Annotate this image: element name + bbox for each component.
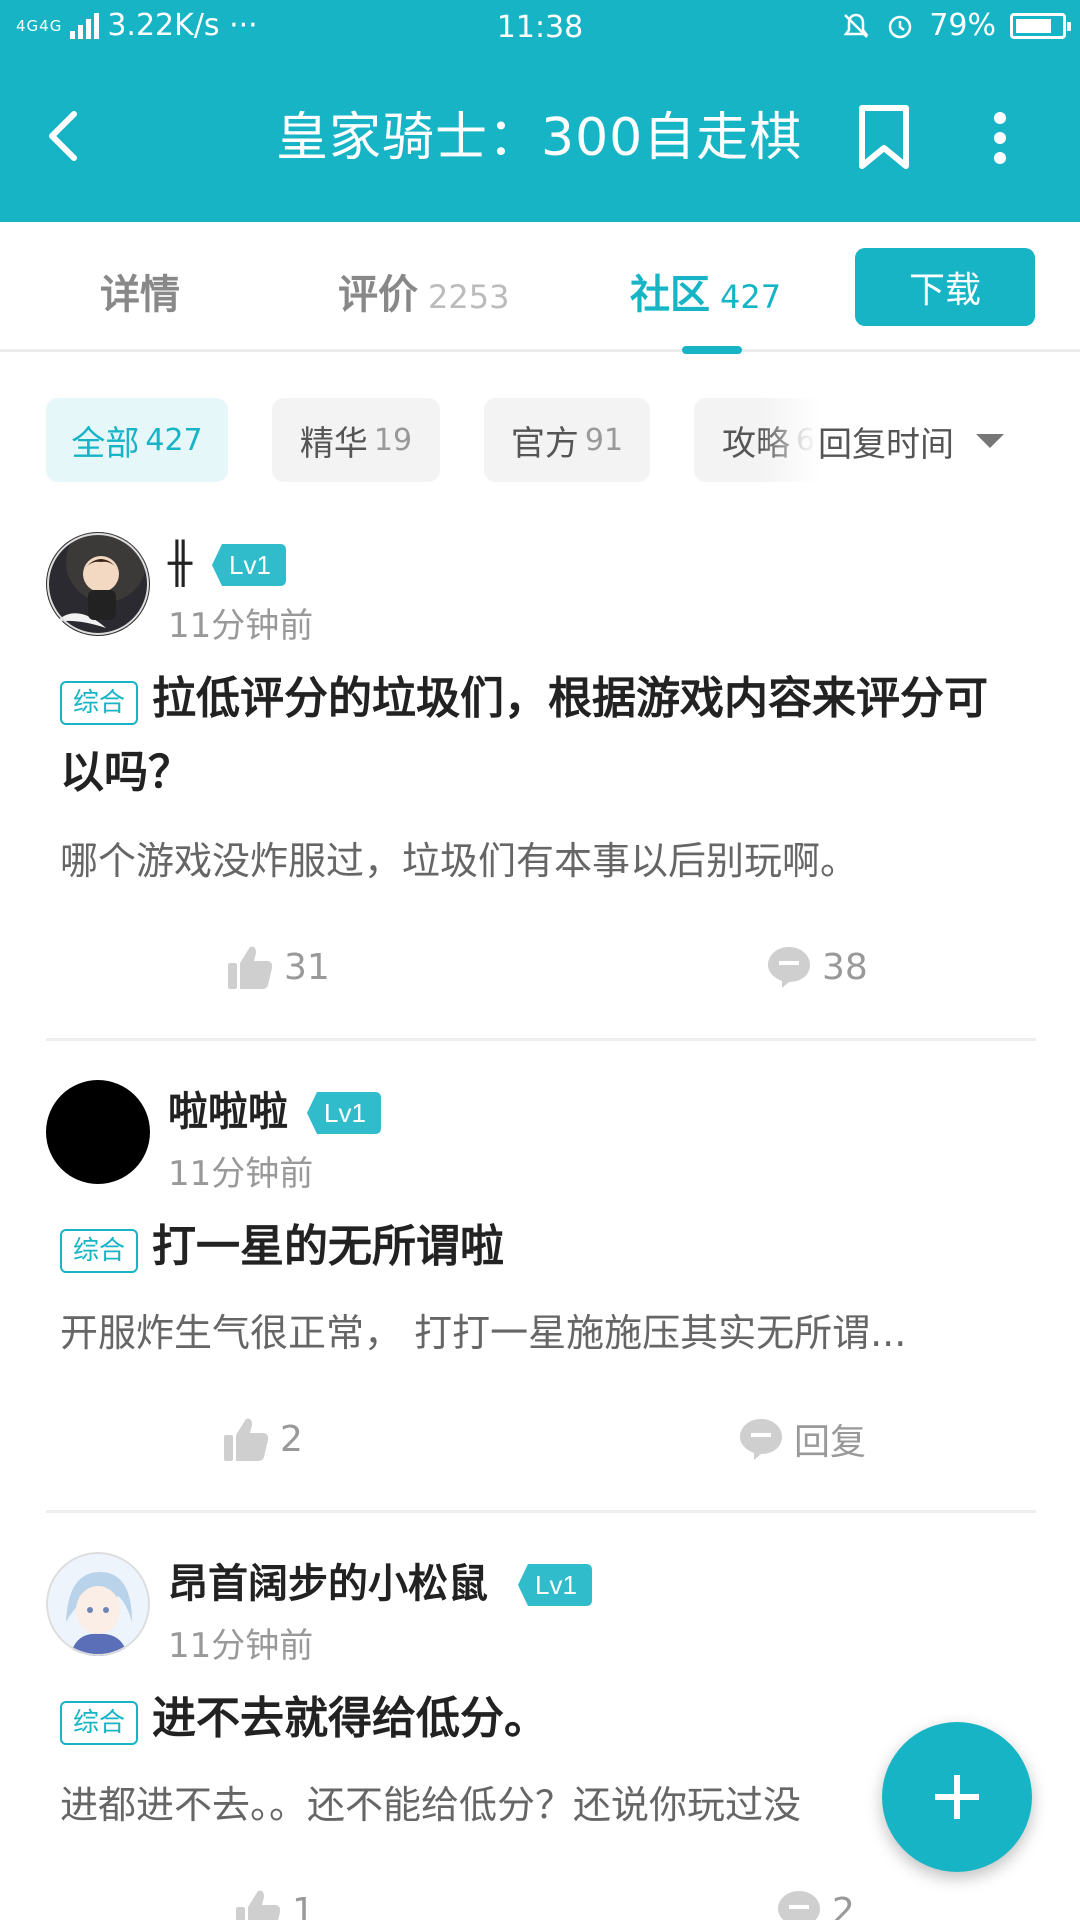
- status-right: 79%: [841, 8, 1071, 43]
- like-count: 2: [280, 1418, 303, 1460]
- post-title: 打一星的无所谓啦: [152, 1221, 504, 1272]
- more-button[interactable]: [980, 108, 1020, 168]
- page-title: 皇家骑士：300自走棋: [276, 108, 803, 168]
- comment-count: 38: [822, 946, 868, 988]
- avatar[interactable]: [46, 1552, 150, 1656]
- filter-bar: 全部 427 精华 19 官方 91 攻略 6 回复时间: [0, 396, 1080, 486]
- level-badge: Lv1: [212, 544, 286, 586]
- active-tab-indicator: [682, 346, 742, 354]
- thumbs-up-icon: [228, 946, 273, 989]
- post-title: 拉低评分的垃圾们，根据游戏内容来评分可以吗？: [60, 673, 988, 798]
- post-time: 11分钟前: [168, 1154, 314, 1194]
- like-count: 1: [292, 1890, 315, 1920]
- comment-icon: [778, 1891, 820, 1920]
- chip-count: 91: [584, 422, 624, 458]
- battery-icon: [1010, 12, 1071, 39]
- battery-fill: [1016, 18, 1051, 33]
- username[interactable]: 啦啦啦: [168, 1088, 288, 1136]
- post-title: 进不去就得给低分。: [152, 1693, 548, 1744]
- chip-label: 官方: [510, 423, 579, 464]
- level-badge: Lv1: [518, 1564, 592, 1606]
- svg-text:Lv1: Lv1: [324, 1098, 366, 1128]
- like-count: 31: [284, 946, 330, 988]
- avatar[interactable]: [46, 532, 150, 636]
- thumbs-up-icon: [236, 1890, 281, 1920]
- create-post-button[interactable]: [882, 1722, 1032, 1872]
- comment-count: 2: [832, 1890, 855, 1920]
- divider: [46, 1510, 1036, 1513]
- sort-dropdown[interactable]: 回复时间: [818, 396, 1080, 486]
- tab-bar: 详情 评价 2253 社区 427 下载: [0, 222, 1080, 354]
- comment-icon: [740, 1419, 782, 1460]
- tab-count: 2253: [428, 278, 510, 316]
- reply-label: 回复: [794, 1422, 867, 1463]
- category-tag: 综合: [60, 1228, 138, 1273]
- like-button[interactable]: 1: [234, 1886, 315, 1920]
- post-title-row[interactable]: 综合 拉低评分的垃圾们，根据游戏内容来评分可以吗？: [60, 662, 1030, 810]
- comment-button[interactable]: 38: [766, 942, 868, 992]
- chip-label: 精华: [299, 423, 368, 464]
- post-title-row[interactable]: 综合 打一星的无所谓啦: [60, 1210, 1030, 1284]
- category-tag: 综合: [60, 680, 138, 725]
- tab-details[interactable]: 详情: [100, 262, 180, 322]
- level-badge: Lv1: [307, 1092, 381, 1134]
- post-time: 11分钟前: [168, 1626, 314, 1666]
- chevron-down-icon: [976, 434, 1004, 448]
- status-bar: 4G4G 3.22K/s ··· 11:38 79%: [0, 0, 1080, 56]
- username[interactable]: 昂首阔步的小松鼠: [168, 1560, 488, 1608]
- thumbs-up-icon: [224, 1418, 269, 1461]
- alarm-icon: [889, 15, 912, 38]
- filter-chip-official[interactable]: 官方 91: [484, 398, 650, 482]
- post-excerpt: 进都进不去。。还不能给低分？还说你玩过没: [60, 1783, 802, 1827]
- svg-text:Lv1: Lv1: [535, 1570, 577, 1600]
- mute-bell-icon: [843, 13, 869, 38]
- divider: [46, 1038, 1036, 1041]
- comment-icon: [768, 947, 810, 988]
- avatar[interactable]: [46, 1080, 150, 1184]
- filter-chip-featured[interactable]: 精华 19: [272, 398, 440, 482]
- download-button[interactable]: 下载: [855, 248, 1035, 326]
- bookmark-icon: [859, 105, 909, 169]
- like-button[interactable]: 2: [222, 1414, 303, 1464]
- sort-label: 回复时间: [818, 424, 954, 465]
- like-button[interactable]: 31: [226, 942, 330, 992]
- chip-count: 19: [373, 422, 413, 458]
- tab-community[interactable]: 社区 427: [630, 262, 781, 322]
- svg-text:Lv1: Lv1: [229, 550, 271, 580]
- filter-fade: [760, 396, 820, 486]
- chip-count: 427: [145, 422, 203, 458]
- tab-label: 社区: [630, 272, 710, 318]
- battery-percent: 79%: [929, 8, 996, 43]
- reply-button[interactable]: 回复: [738, 1414, 866, 1464]
- tab-count: 427: [720, 278, 782, 316]
- post-title-row[interactable]: 综合 进不去就得给低分。: [60, 1682, 1030, 1756]
- filter-chip-all[interactable]: 全部 427: [46, 398, 228, 482]
- more-vertical-icon: [994, 112, 1006, 164]
- back-button[interactable]: [40, 106, 96, 166]
- post-excerpt: 哪个游戏没炸服过，垃圾们有本事以后别玩啊。: [60, 839, 859, 883]
- back-arrow-icon: [49, 111, 77, 161]
- tab-label: 详情: [100, 272, 180, 318]
- category-tag: 综合: [60, 1700, 138, 1745]
- post-time: 11分钟前: [168, 606, 314, 646]
- tab-reviews[interactable]: 评价 2253: [338, 262, 509, 322]
- title-bar: 皇家骑士：300自走棋: [0, 56, 1080, 222]
- app-bar: 4G4G 3.22K/s ··· 11:38 79% 皇家骑士：300自走棋: [0, 0, 1080, 222]
- username[interactable]: ╫: [168, 540, 192, 588]
- plus-icon: [935, 1775, 979, 1819]
- post-excerpt: 开服炸生气很正常， 打打一星施施压其实无所谓...: [60, 1311, 907, 1355]
- comment-button[interactable]: 2: [776, 1886, 855, 1920]
- tab-label: 评价: [338, 272, 418, 318]
- chip-label: 全部: [71, 423, 140, 464]
- bookmark-button[interactable]: [856, 104, 912, 170]
